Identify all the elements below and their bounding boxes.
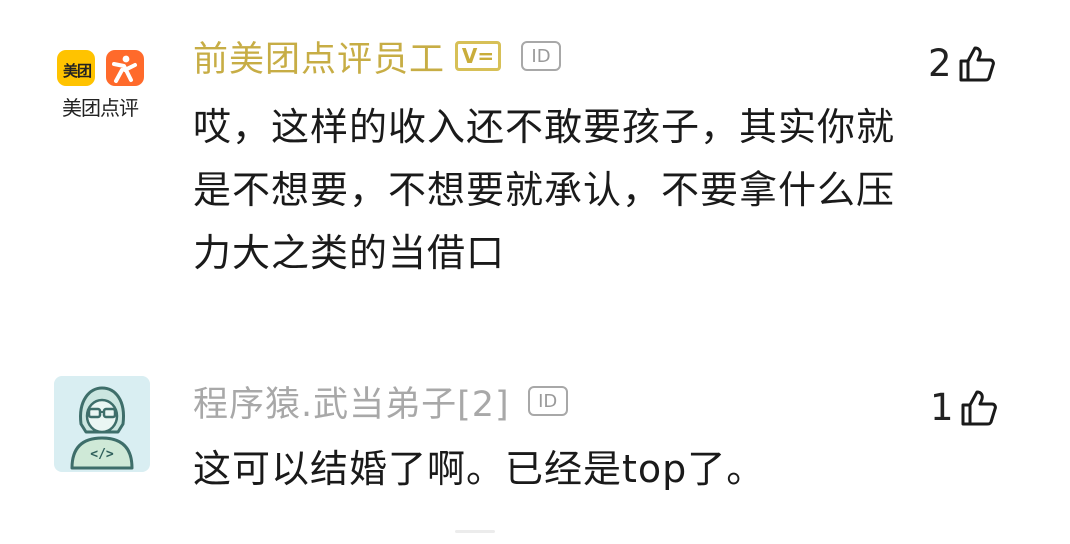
- comment-line: 是不想要，不想要就承认，不要拿什么压: [193, 168, 896, 212]
- thumbs-up-icon: [959, 46, 995, 81]
- username[interactable]: 程序猿.武当弟子[2]: [193, 376, 510, 427]
- avatar-caption: 美团点评: [62, 96, 139, 120]
- comment-item: </> 程序猿.武当弟子[2] ID 1 这可以结婚了啊。已经是top了。: [0, 360, 1070, 540]
- comment-text: 哎，这样的收入还不敢要孩子，其实你就 是不想要，不想要就承认，不要拿什么压 力大…: [193, 96, 895, 285]
- username[interactable]: 前美团点评员工: [193, 31, 445, 82]
- programmer-avatar-icon[interactable]: </>: [54, 376, 150, 472]
- like-count: 2: [928, 42, 952, 85]
- verified-badge-icon: V=: [455, 41, 502, 71]
- comment-header: 前美团点评员工 V= ID: [193, 36, 562, 80]
- id-badge-icon: ID: [527, 386, 568, 416]
- meituan-logo-text: 美团: [62, 62, 92, 80]
- like-button[interactable]: 2: [928, 42, 996, 85]
- comment-line: 这可以结婚了啊。已经是top了。: [193, 447, 766, 491]
- like-button[interactable]: 1: [930, 386, 998, 429]
- code-symbol: </>: [90, 447, 114, 462]
- comment-line: 哎，这样的收入还不敢要孩子，其实你就: [193, 105, 896, 149]
- comment-header: 程序猿.武当弟子[2] ID: [193, 380, 568, 425]
- bottom-divider: [455, 530, 495, 533]
- id-badge-icon: ID: [521, 41, 562, 71]
- like-count: 1: [930, 386, 954, 429]
- comment-item: 美团 美团点评 前美团点评员工 V= ID 2 哎，这样的收入还不敢要孩子，其实…: [0, 0, 1070, 340]
- thumbs-up-icon: [961, 390, 997, 425]
- comment-line: 力大之类的当借口: [193, 231, 506, 275]
- comment-text: 这可以结婚了啊。已经是top了。: [193, 438, 765, 501]
- meituan-logo-icon[interactable]: 美团 美团点评: [50, 42, 150, 128]
